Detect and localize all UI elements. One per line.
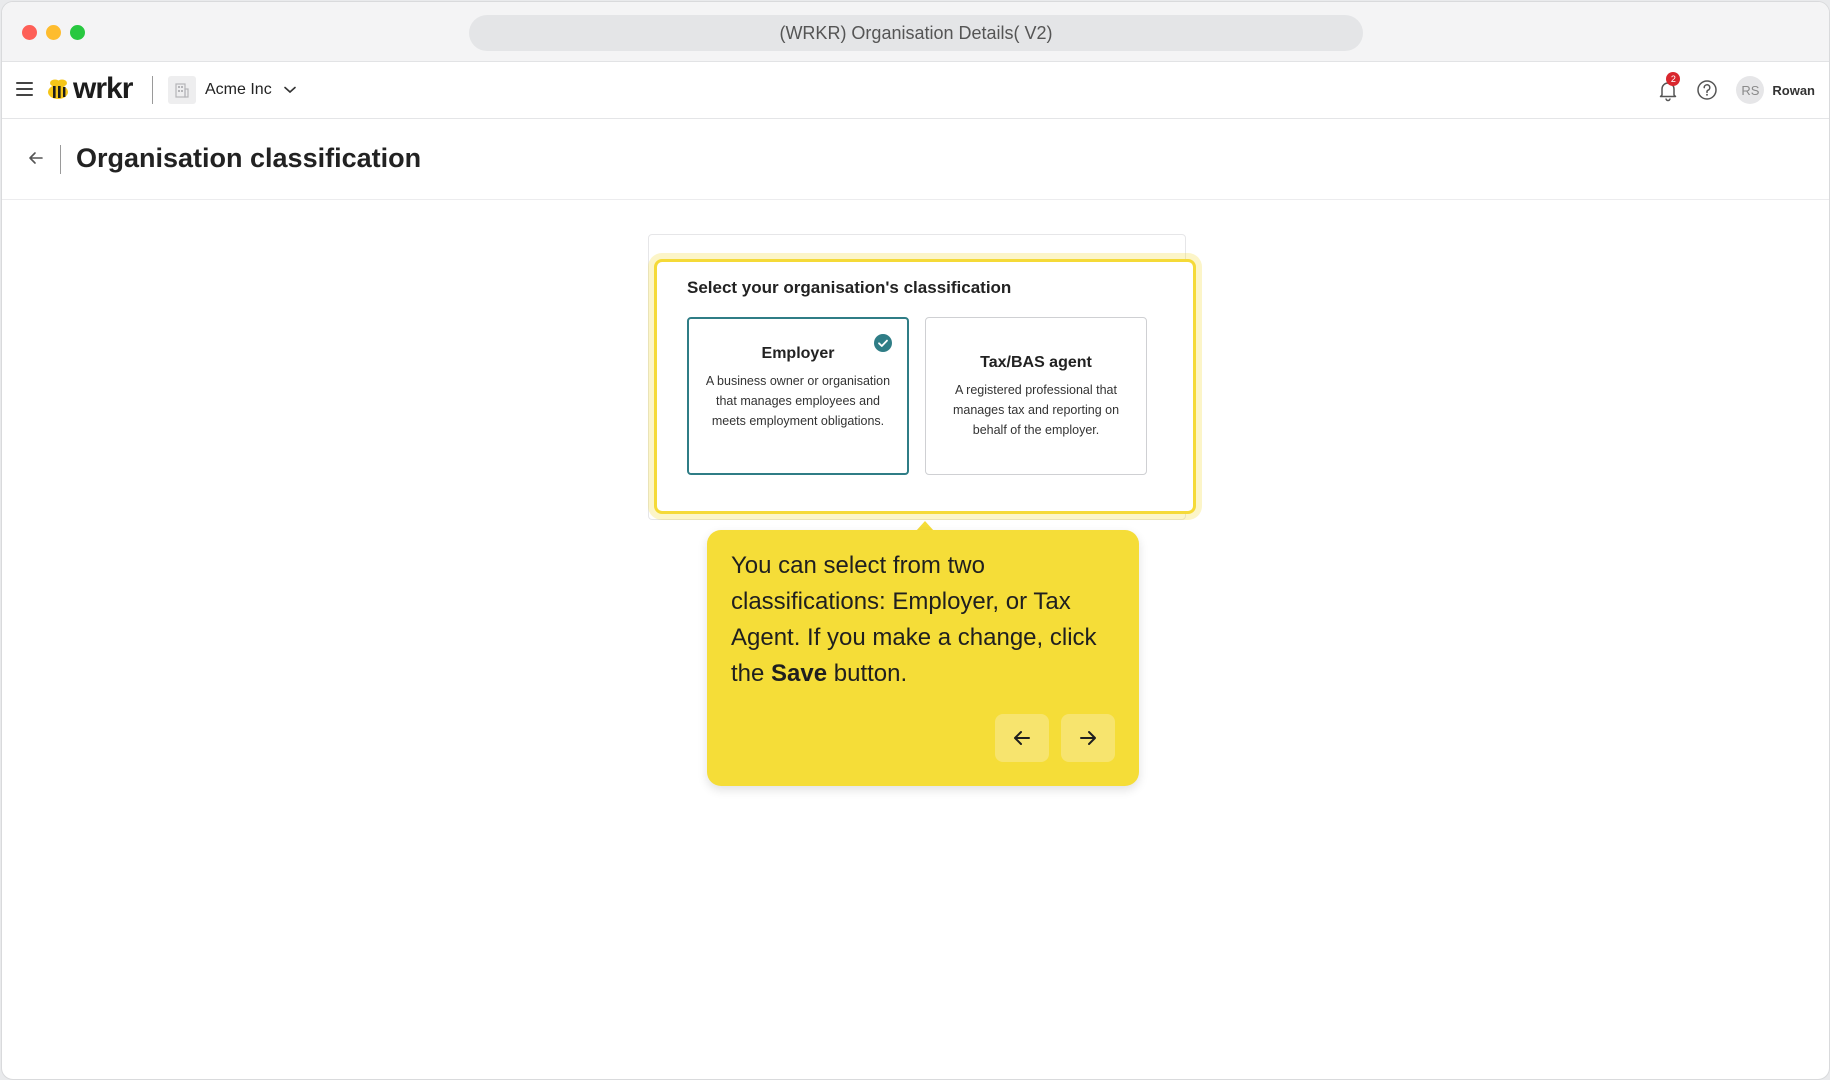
page-title: Organisation classification: [76, 143, 422, 173]
option-title: Tax/BAS agent: [980, 354, 1092, 371]
org-name: Acme Inc: [205, 81, 272, 98]
tooltip-text-part: button.: [827, 660, 908, 687]
check-circle-icon: [874, 334, 892, 352]
onboarding-highlight: Select your organisation's classificatio…: [654, 259, 1196, 514]
header-divider: [152, 76, 153, 104]
window-title: (WRKR) Organisation Details( V2): [779, 22, 1053, 43]
close-window-button[interactable]: [22, 25, 37, 40]
org-switcher[interactable]: Acme Inc: [168, 75, 296, 105]
tooltip-next-button[interactable]: [1061, 714, 1115, 762]
wrkr-logo[interactable]: wrkr: [46, 72, 133, 105]
user-name[interactable]: Rowan: [1772, 83, 1815, 98]
menu-icon[interactable]: [16, 82, 33, 96]
help-button[interactable]: [1696, 79, 1718, 101]
user-avatar[interactable]: RS: [1736, 76, 1765, 104]
logo-text: wrkr: [73, 72, 133, 105]
back-button[interactable]: [26, 148, 46, 168]
header-actions: 2 RS Rowan: [1656, 72, 1815, 106]
option-description: A registered professional that manages t…: [952, 383, 1120, 437]
window-title-bar[interactable]: (WRKR) Organisation Details( V2): [469, 15, 1363, 51]
minimize-window-button[interactable]: [46, 25, 61, 40]
app-header: wrkr Acme Inc 2 RS Rowan: [2, 62, 1829, 119]
arrow-left-icon: [1014, 731, 1030, 745]
page-header: Organisation classification: [2, 119, 1829, 200]
browser-window: (WRKR) Organisation Details( V2) wrkr Ac…: [1, 1, 1830, 1080]
title-bar: (WRKR) Organisation Details( V2): [2, 2, 1829, 62]
maximize-window-button[interactable]: [70, 25, 85, 40]
help-icon: [1697, 80, 1718, 100]
chevron-down-icon: [283, 86, 296, 94]
onboarding-tooltip: You can select from two classifications:…: [707, 530, 1139, 786]
arrow-right-icon: [1080, 731, 1096, 745]
building-icon: [168, 76, 196, 104]
page-header-divider: [60, 145, 61, 174]
tooltip-previous-button[interactable]: [995, 714, 1049, 762]
tooltip-text-bold: Save: [771, 660, 828, 687]
classification-heading: Select your organisation's classificatio…: [687, 278, 1012, 297]
notifications-button[interactable]: 2: [1656, 72, 1681, 102]
tooltip-text: You can select from two classifications:…: [731, 548, 1121, 692]
option-tax-bas-agent[interactable]: Tax/BAS agent A registered professional …: [925, 317, 1147, 475]
option-description: A business owner or organisation that ma…: [705, 374, 891, 428]
option-employer[interactable]: Employer A business owner or organisatio…: [687, 317, 909, 475]
arrow-left-icon: [29, 152, 43, 164]
bee-icon: [48, 79, 68, 99]
